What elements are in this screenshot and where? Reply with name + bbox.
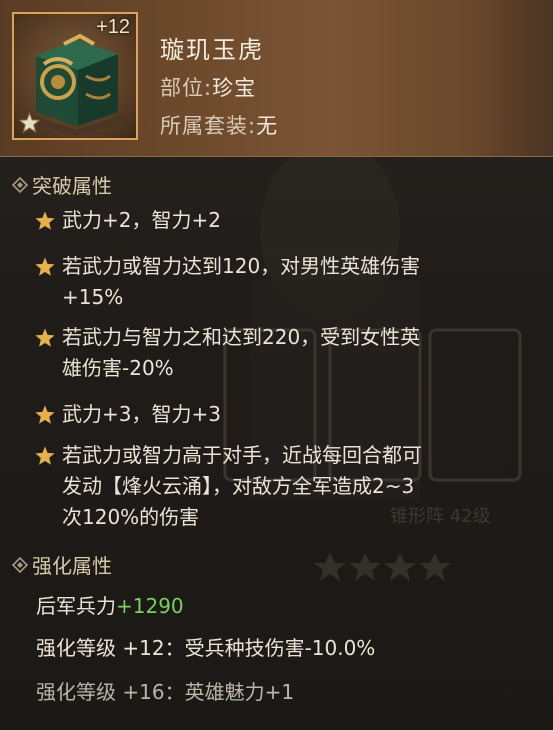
breakthrough-entry: 若武力或智力高于对手，近战每回合都可 发动【烽火云涌】，对敌方全军造成2~3 次… bbox=[35, 440, 536, 533]
entry-line: 雄伤害-20% bbox=[62, 356, 174, 380]
section-title-text: 突破属性 bbox=[32, 174, 112, 198]
breakthrough-entry: 武力+2，智力+2 bbox=[35, 205, 536, 236]
entry-line: 武力+3，智力+3 bbox=[62, 402, 221, 426]
entry-line: 若武力或智力达到120，对男性英雄伤害 bbox=[62, 254, 421, 278]
gold-star-icon bbox=[35, 405, 55, 424]
entry-line: 次120%的伤害 bbox=[62, 505, 200, 529]
section-title-breakthrough: 突破属性 bbox=[12, 170, 112, 199]
set-label: 所属套装: bbox=[160, 114, 257, 138]
enhance-level-12: 强化等级 +12：受兵种技伤害-10.0% bbox=[36, 636, 376, 660]
entry-line: 武力+2，智力+2 bbox=[62, 208, 221, 232]
section-title-enhance: 强化属性 bbox=[12, 550, 112, 579]
item-tooltip-panel: 锥形阵 42级 +12 璇玑玉虎 部位:珍宝 所属套装:无 突破属性 武力+2，… bbox=[0, 0, 553, 730]
item-set: 所属套装:无 bbox=[160, 110, 278, 140]
slot-value: 珍宝 bbox=[212, 76, 257, 100]
set-value: 无 bbox=[256, 114, 279, 138]
enhance-level-16: 强化等级 +16：英雄魅力+1 bbox=[36, 680, 295, 704]
breakthrough-entry: 若武力与智力之和达到220，受到女性英 雄伤害-20% bbox=[35, 322, 536, 384]
gold-star-icon bbox=[35, 211, 55, 230]
item-slot: 部位:珍宝 bbox=[160, 72, 256, 102]
gold-star-icon bbox=[35, 328, 55, 347]
rear-troops-label: 后军兵力 bbox=[36, 594, 116, 618]
gold-star-icon bbox=[35, 257, 55, 276]
slot-label: 部位: bbox=[160, 76, 213, 100]
item-header: +12 璇玑玉虎 部位:珍宝 所属套装:无 bbox=[0, 0, 553, 157]
item-name: 璇玑玉虎 bbox=[160, 36, 264, 64]
diamond-bullet-icon bbox=[12, 556, 28, 573]
breakthrough-entry: 若武力或智力达到120，对男性英雄伤害 +15% bbox=[35, 251, 536, 313]
entry-line: +15% bbox=[62, 285, 124, 309]
breakthrough-entry: 武力+3，智力+3 bbox=[35, 399, 536, 430]
enhance-level-badge: +12 bbox=[96, 16, 130, 38]
item-icon-frame[interactable]: +12 bbox=[12, 12, 138, 140]
gold-star-icon bbox=[35, 446, 55, 465]
entry-line: 发动【烽火云涌】，对敌方全军造成2~3 bbox=[62, 474, 415, 498]
diamond-bullet-icon bbox=[12, 176, 28, 193]
star-icon bbox=[18, 112, 41, 133]
entry-line: 若武力或智力高于对手，近战每回合都可 bbox=[62, 443, 422, 467]
rear-troops-value: +1290 bbox=[116, 594, 184, 618]
entry-line: 若武力与智力之和达到220，受到女性英 bbox=[62, 325, 421, 349]
section-title-text: 强化属性 bbox=[32, 554, 112, 578]
rear-troops-stat: 后军兵力+1290 bbox=[36, 590, 184, 619]
